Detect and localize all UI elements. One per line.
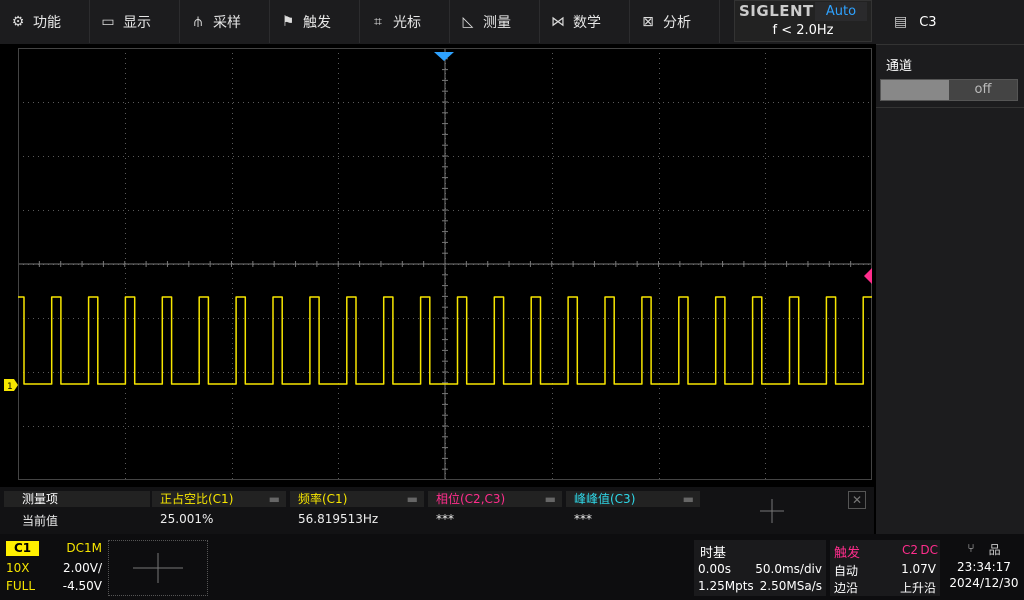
ch1-bandwidth: FULL — [6, 579, 36, 593]
acquisition-mode-badge[interactable]: Auto — [815, 2, 867, 21]
ch1-coupling: DC1M — [66, 541, 102, 555]
collapse-icon[interactable]: ▬ — [407, 491, 418, 507]
menu-item-8[interactable]: ⊠ 分析 — [630, 0, 720, 43]
collapse-icon[interactable]: ▬ — [545, 491, 556, 507]
ch1-probe: 10X — [6, 561, 30, 575]
menu-item-2[interactable]: ▭ 显示 — [90, 0, 180, 43]
clock-panel: ⑂ 品 23:34:17 2024/12/30 — [944, 540, 1024, 596]
measure-item-header[interactable]: 峰峰值(C3) ▬ — [566, 491, 700, 507]
measure-row-header: 测量项 — [4, 491, 150, 507]
measure-item-value: 56.819513Hz — [298, 512, 379, 526]
trigger-coupling: DC — [920, 543, 938, 557]
brand-status-box: SIGLENT Auto f < 2.0Hz — [734, 0, 872, 42]
measure-item-header[interactable]: 频率(C1) ▬ — [290, 491, 424, 507]
menu-item-label: 光标 — [393, 14, 421, 31]
timebase-scale: 50.0ms/div — [755, 562, 822, 576]
monitor-icon: ▭ — [101, 13, 115, 30]
measure-item-value: *** — [574, 512, 592, 526]
menu-item-1[interactable]: ⚙ 功能 — [0, 0, 90, 43]
measure-item-name: 频率(C1) — [298, 492, 348, 506]
channel-toggle[interactable]: off — [880, 79, 1018, 101]
trigger-slope: 上升沿 — [899, 581, 936, 595]
menu-item-5[interactable]: ⌗ 光标 — [360, 0, 450, 43]
menu-item-label: 测量 — [483, 14, 511, 31]
ch1-info-panel[interactable]: C1 DC1M 10X 2.00V/ FULL -4.50V — [4, 540, 104, 596]
menu-item-6[interactable]: ◺ 测量 — [450, 0, 540, 43]
clock-date: 2024/12/30 — [949, 576, 1019, 590]
menu-item-label: 采样 — [213, 14, 241, 31]
divider — [876, 107, 1024, 108]
channel-setting-title: 通道 — [886, 59, 913, 74]
measurement-panel: 测量项 当前值 正占空比(C1) ▬ 25.001% 频率(C1) ▬ 56.819513… — [0, 487, 874, 534]
menu-item-label: 显示 — [123, 14, 151, 31]
gear-icon: ⚙ — [11, 13, 25, 30]
add-measurement-icon[interactable] — [758, 497, 786, 525]
toggle-on-segment[interactable] — [881, 80, 949, 100]
close-icon[interactable]: ✕ — [848, 491, 866, 509]
trigger-level: 1.07V — [901, 562, 936, 576]
menu-item-label: 分析 — [663, 14, 691, 31]
measure-item-name: 正占空比(C1) — [160, 492, 234, 506]
menu-item-label: 数学 — [573, 14, 601, 31]
channel-settings-panel: 通道 off — [876, 44, 1024, 535]
measure-row-label: 当前值 — [22, 514, 59, 528]
sampling-icon: ⫛ — [193, 13, 203, 30]
toggle-off-segment[interactable]: off — [949, 80, 1017, 100]
measure-item-value: *** — [436, 512, 454, 526]
timebase-panel[interactable]: 时基 0.00s 50.0ms/div 1.25Mpts 2.50MSa/s — [694, 540, 826, 596]
measure-item-header[interactable]: 相位(C2,C3) ▬ — [428, 491, 562, 507]
network-icon: 品 — [988, 543, 1001, 557]
ch1-tag: C1 — [6, 541, 40, 556]
menu-item-label: 触发 — [303, 14, 331, 31]
timebase-title: 时基 — [700, 546, 727, 561]
usb-icon: ⑂ — [967, 541, 975, 555]
measure-item-name: 峰峰值(C3) — [574, 492, 636, 506]
trigger-title: 触发 — [834, 546, 861, 561]
ch1-header: C1 DC1M — [4, 540, 104, 557]
menu-item-label: 功能 — [33, 14, 61, 31]
math-icon: ⋈ — [551, 13, 565, 30]
menu-item-4[interactable]: ⚑ 触发 — [270, 0, 360, 43]
clock-time: 23:34:17 — [957, 560, 1011, 574]
flag-icon: ⚑ — [281, 13, 295, 30]
graticule — [18, 48, 872, 480]
measure-item-header[interactable]: 正占空比(C1) ▬ — [152, 491, 286, 507]
svg-text:1: 1 — [7, 382, 13, 392]
add-channel-slot[interactable] — [108, 540, 208, 596]
waveform-display[interactable] — [18, 48, 872, 480]
menu-item-3[interactable]: ⫛ 采样 — [180, 0, 270, 43]
menu-item-7[interactable]: ⋈ 数学 — [540, 0, 630, 43]
measure-item-name: 相位(C2,C3) — [436, 492, 506, 506]
trigger-source: C2 — [901, 543, 918, 557]
trigger-position-marker[interactable] — [434, 52, 454, 61]
analysis-icon: ⊠ — [642, 13, 654, 30]
right-panel-header[interactable]: ▤ C3 — [876, 0, 1024, 44]
ruler-icon: ◺ — [462, 13, 474, 30]
crosshair-icon: ⌗ — [374, 13, 382, 30]
trigger-type: 边沿 — [834, 581, 859, 595]
collapse-icon[interactable]: ▬ — [269, 491, 280, 507]
ch1-offset-marker[interactable]: 1 — [2, 378, 20, 392]
ch1-scale: 2.00V/ — [63, 561, 102, 575]
trigger-mode: 自动 — [834, 564, 859, 578]
sample-rate: 2.50MSa/s — [759, 579, 822, 593]
brand-logo: SIGLENT — [739, 2, 814, 20]
memory-depth: 1.25Mpts — [698, 579, 754, 593]
trigger-frequency: f < 2.0Hz — [772, 23, 834, 38]
add-channel-icon — [133, 553, 183, 583]
timebase-delay: 0.00s — [698, 562, 731, 576]
right-panel-channel: C3 — [919, 14, 937, 30]
trigger-level-marker[interactable] — [864, 268, 872, 284]
ch1-offset: -4.50V — [62, 579, 102, 593]
collapse-icon[interactable]: ▬ — [683, 491, 694, 507]
measure-item-value: 25.001% — [160, 512, 214, 526]
trigger-panel[interactable]: 触发 C2 DC 自动 1.07V 边沿 上升沿 — [830, 540, 940, 596]
document-icon: ▤ — [894, 14, 908, 30]
